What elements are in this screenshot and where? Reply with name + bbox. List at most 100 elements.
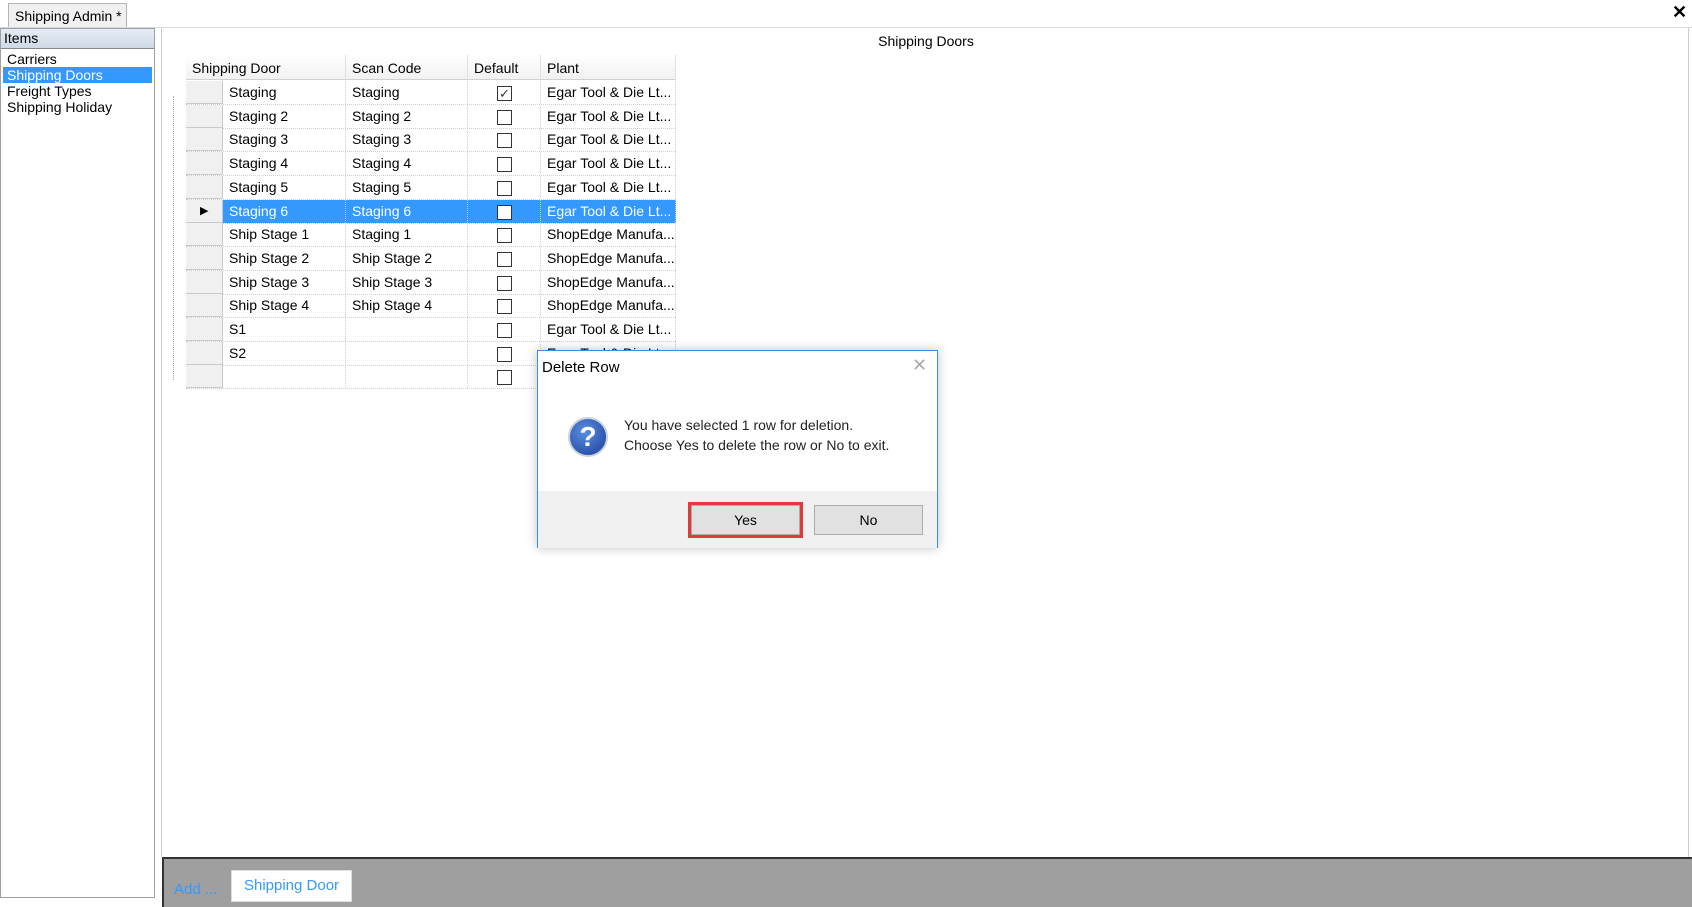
- add-shipping-door-button[interactable]: Shipping Door: [231, 870, 352, 902]
- default-checkbox[interactable]: [497, 133, 512, 149]
- row-header[interactable]: [186, 81, 223, 104]
- default-checkbox[interactable]: [497, 275, 512, 291]
- cell-default[interactable]: [468, 128, 541, 152]
- cell-default[interactable]: [468, 294, 541, 318]
- column-header-default[interactable]: Default: [468, 55, 541, 80]
- default-checkbox[interactable]: [497, 370, 512, 386]
- cell-default[interactable]: [468, 152, 541, 176]
- cell-default[interactable]: [468, 341, 541, 365]
- row-header[interactable]: [186, 294, 223, 318]
- cell-shipping-door[interactable]: Staging 5: [223, 175, 346, 199]
- cell-shipping-door[interactable]: Staging: [223, 81, 346, 104]
- table-row[interactable]: Staging 3 Staging 3 Egar Tool & Die Lt...: [186, 128, 676, 153]
- cell-scan-code[interactable]: Staging 2: [346, 104, 468, 128]
- cell-default[interactable]: [468, 104, 541, 128]
- cell-default[interactable]: [468, 246, 541, 270]
- default-checkbox[interactable]: [497, 251, 512, 267]
- tab-shipping-admin[interactable]: Shipping Admin *: [8, 3, 127, 28]
- table-row[interactable]: S1 Egar Tool & Die Lt...: [186, 318, 676, 342]
- cell-scan-code[interactable]: Staging 6: [346, 199, 468, 223]
- default-checkbox[interactable]: [497, 228, 512, 244]
- cell-plant[interactable]: Egar Tool & Die Lt...: [541, 175, 676, 199]
- sidebar-item-carriers[interactable]: Carriers: [3, 51, 152, 67]
- cell-scan-code[interactable]: Ship Stage 3: [346, 270, 468, 294]
- cell-scan-code[interactable]: Ship Stage 4: [346, 294, 468, 318]
- table-row[interactable]: ▶ Staging 6 Staging 6 Egar Tool & Die Lt...: [186, 199, 676, 224]
- close-icon[interactable]: ✕: [1672, 2, 1687, 23]
- cell-scan-code[interactable]: [346, 341, 468, 365]
- default-checkbox[interactable]: [497, 109, 512, 125]
- cell-scan-code[interactable]: Staging: [346, 81, 468, 104]
- cell-shipping-door[interactable]: Ship Stage 3: [223, 270, 346, 294]
- cell-plant[interactable]: Egar Tool & Die Lt...: [541, 152, 676, 176]
- sidebar-item-shipping-doors[interactable]: Shipping Doors: [3, 67, 152, 83]
- cell-plant[interactable]: Egar Tool & Die Lt...: [541, 199, 676, 223]
- cell-default[interactable]: [468, 175, 541, 199]
- cell-scan-code[interactable]: [346, 318, 468, 341]
- row-header[interactable]: [186, 341, 223, 365]
- cell-scan-code[interactable]: Staging 5: [346, 175, 468, 199]
- cell-default[interactable]: [468, 365, 541, 389]
- table-row[interactable]: Ship Stage 1 Staging 1 ShopEdge Manufa...: [186, 223, 676, 248]
- cell-default[interactable]: ✓: [468, 81, 541, 104]
- row-header[interactable]: [186, 365, 223, 389]
- cell-default[interactable]: [468, 318, 541, 341]
- cell-shipping-door[interactable]: Ship Stage 2: [223, 246, 346, 270]
- row-header[interactable]: [186, 318, 223, 341]
- cell-scan-code[interactable]: Staging 3: [346, 128, 468, 152]
- table-row[interactable]: Ship Stage 3 Ship Stage 3 ShopEdge Manufa.…: [186, 270, 676, 295]
- column-header-shipping-door[interactable]: Shipping Door: [186, 55, 346, 80]
- cell-plant[interactable]: Egar Tool & Die Lt...: [541, 104, 676, 128]
- table-row[interactable]: Staging 4 Staging 4 Egar Tool & Die Lt...: [186, 152, 676, 177]
- column-header-scan-code[interactable]: Scan Code: [346, 55, 468, 80]
- cell-shipping-door[interactable]: S2: [223, 341, 346, 365]
- cell-scan-code[interactable]: Staging 4: [346, 152, 468, 176]
- cell-default[interactable]: [468, 270, 541, 294]
- row-header[interactable]: ▶: [186, 199, 223, 223]
- default-checkbox[interactable]: [497, 346, 512, 362]
- no-button[interactable]: No: [814, 505, 923, 535]
- cell-shipping-door[interactable]: Staging 3: [223, 128, 346, 152]
- default-checkbox[interactable]: [497, 180, 512, 196]
- default-checkbox[interactable]: [497, 204, 512, 220]
- default-checkbox[interactable]: [497, 157, 512, 173]
- default-checkbox[interactable]: [497, 323, 512, 338]
- row-header[interactable]: [186, 175, 223, 199]
- default-checkbox[interactable]: [497, 299, 512, 315]
- row-header[interactable]: [186, 128, 223, 152]
- cell-shipping-door[interactable]: S1: [223, 318, 346, 341]
- cell-scan-code[interactable]: [346, 365, 468, 389]
- cell-scan-code[interactable]: Staging 1: [346, 223, 468, 247]
- cell-plant[interactable]: Egar Tool & Die Lt...: [541, 81, 676, 104]
- cell-plant[interactable]: Egar Tool & Die Lt...: [541, 128, 676, 152]
- sidebar-item-shipping-holiday[interactable]: Shipping Holiday: [3, 99, 152, 115]
- row-header[interactable]: [186, 152, 223, 176]
- cell-shipping-door[interactable]: Staging 2: [223, 104, 346, 128]
- cell-plant[interactable]: ShopEdge Manufa...: [541, 294, 676, 318]
- cell-plant[interactable]: ShopEdge Manufa...: [541, 223, 676, 247]
- table-row[interactable]: Ship Stage 4 Ship Stage 4 ShopEdge Manufa.…: [186, 294, 676, 319]
- cell-shipping-door[interactable]: Ship Stage 4: [223, 294, 346, 318]
- cell-plant[interactable]: ShopEdge Manufa...: [541, 270, 676, 294]
- row-header[interactable]: [186, 246, 223, 270]
- cell-shipping-door[interactable]: Staging 6: [223, 199, 346, 223]
- column-header-plant[interactable]: Plant: [541, 55, 676, 80]
- yes-button[interactable]: Yes: [688, 502, 803, 538]
- table-row[interactable]: Ship Stage 2 Ship Stage 2 ShopEdge Manufa.…: [186, 246, 676, 271]
- cell-default[interactable]: [468, 199, 541, 223]
- sidebar-item-freight-types[interactable]: Freight Types: [3, 83, 152, 99]
- cell-shipping-door[interactable]: Ship Stage 1: [223, 223, 346, 247]
- row-header[interactable]: [186, 223, 223, 247]
- cell-shipping-door[interactable]: Staging 4: [223, 152, 346, 176]
- default-checkbox[interactable]: ✓: [497, 86, 512, 101]
- cell-scan-code[interactable]: Ship Stage 2: [346, 246, 468, 270]
- table-row[interactable]: Staging Staging ✓ Egar Tool & Die Lt...: [186, 81, 676, 105]
- row-header[interactable]: [186, 104, 223, 128]
- cell-shipping-door[interactable]: [223, 365, 346, 389]
- cell-plant[interactable]: ShopEdge Manufa...: [541, 246, 676, 270]
- close-icon[interactable]: ✕: [912, 355, 927, 376]
- table-row[interactable]: Staging 5 Staging 5 Egar Tool & Die Lt...: [186, 175, 676, 200]
- cell-default[interactable]: [468, 223, 541, 247]
- row-header[interactable]: [186, 270, 223, 294]
- table-row[interactable]: Staging 2 Staging 2 Egar Tool & Die Lt...: [186, 104, 676, 129]
